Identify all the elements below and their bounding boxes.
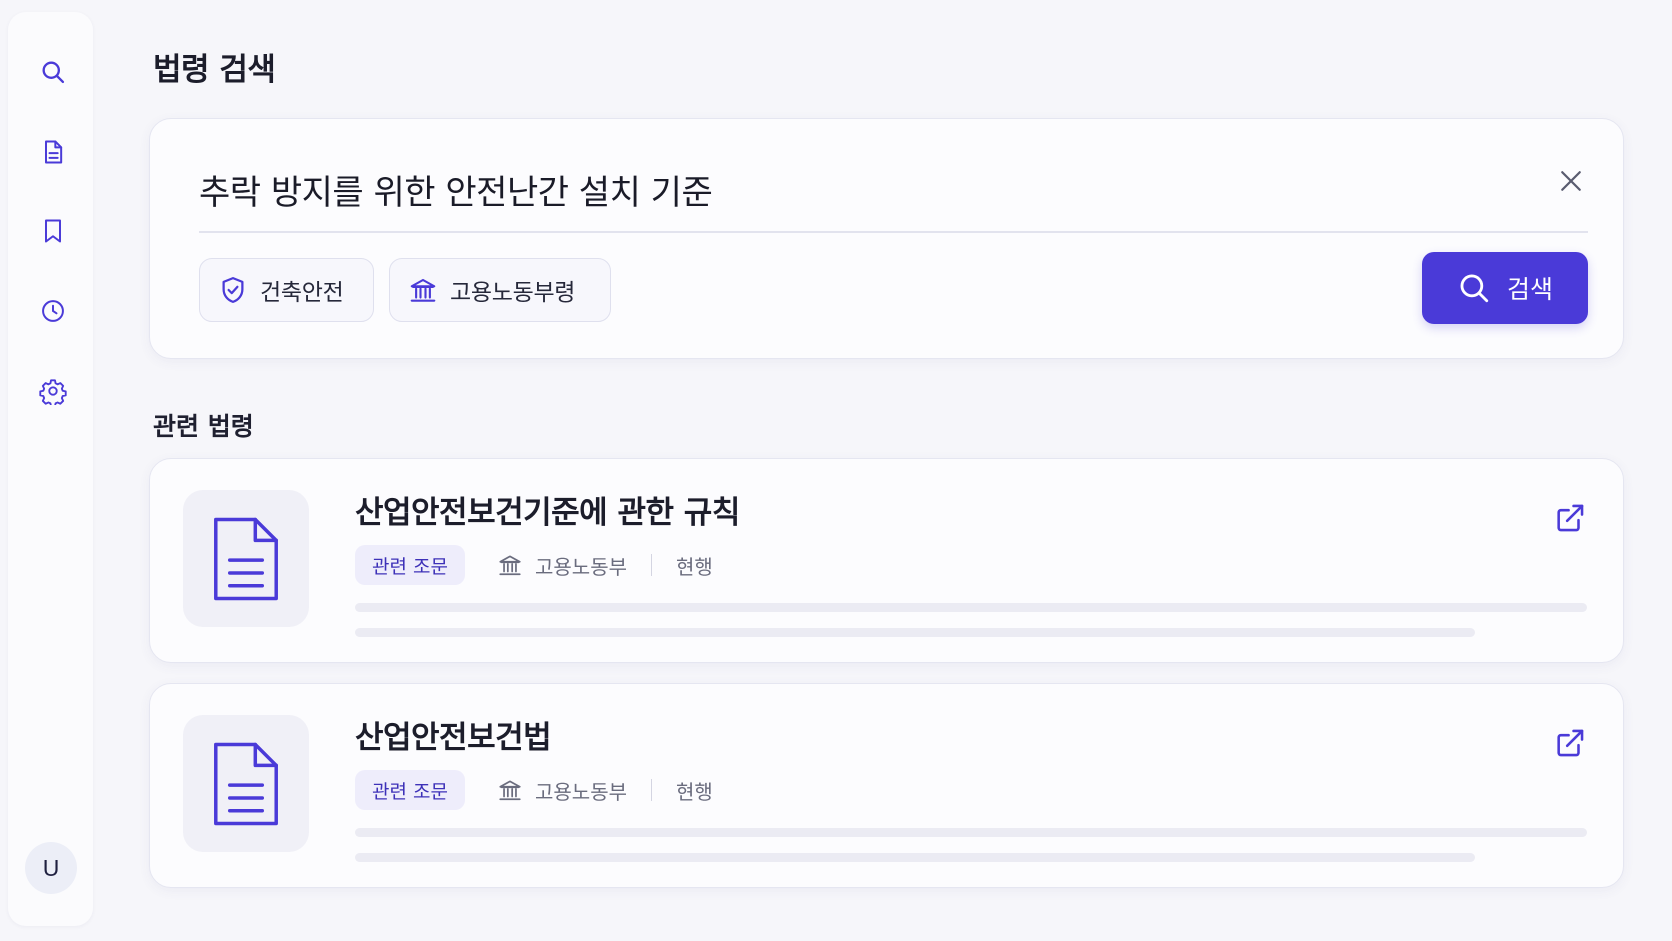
sidebar-item-settings[interactable] [38,376,68,406]
search-button[interactable]: 검색 [1422,252,1588,324]
content-placeholder-line [355,603,1587,612]
external-link-icon [1557,504,1584,532]
search-divider [199,231,1588,233]
open-external-button[interactable] [1553,501,1587,535]
meta-divider [651,554,652,576]
document-icon [45,140,63,164]
result-title[interactable]: 산업안전보건법 [355,712,552,757]
filter-chip-label: 고용노동부령 [450,280,576,306]
history-icon [42,300,64,322]
filter-chip-ministry-ordinance[interactable]: 고용노동부령 [389,258,611,322]
sidebar-item-bookmarks[interactable] [38,216,68,246]
search-input[interactable]: 추락 방지를 위한 안전난간 설치 기준 [199,165,713,214]
document-icon [214,742,278,825]
content-placeholder-line [355,628,1475,637]
sidebar-item-documents[interactable] [38,137,68,167]
close-icon [1561,171,1581,191]
content-placeholder-line [355,828,1587,837]
settings-icon [39,379,67,405]
search-icon [42,61,65,84]
filter-chip-construction-safety[interactable]: 건축안전 [199,258,374,322]
institution-icon [499,555,521,576]
document-thumbnail [183,715,309,852]
document-thumbnail [183,490,309,627]
shield-check-icon [222,277,244,303]
sidebar-item-search[interactable] [38,57,68,87]
search-panel: 추락 방지를 위한 안전난간 설치 기준 건축안전 고용노동부령 검색 [149,118,1624,359]
content-placeholder-line [355,853,1475,862]
search-button-label: 검색 [1506,275,1553,304]
sidebar-item-history[interactable] [38,296,68,326]
avatar-initial: U [42,854,60,881]
related-article-tag[interactable]: 관련 조문 [355,545,465,585]
institution-icon [410,278,436,302]
sidebar: U [8,12,93,926]
clear-search-button[interactable] [1555,165,1587,197]
meta-divider [651,779,652,801]
agency-label: 고용노동부 [535,554,627,579]
bookmark-icon [45,219,61,243]
result-title[interactable]: 산업안전보건기준에 관한 규칙 [355,487,740,532]
avatar[interactable]: U [25,842,77,894]
filter-chip-label: 건축안전 [260,280,344,306]
result-meta: 고용노동부 현행 [497,547,713,583]
agency-label: 고용노동부 [535,779,627,804]
result-card[interactable]: 산업안전보건법 관련 조문 고용노동부 현행 [149,683,1624,888]
external-link-icon [1557,729,1584,757]
section-title: 관련 법령 [153,412,254,441]
document-icon [214,517,278,600]
page-title: 법령 검색 [153,52,276,88]
status-label: 현행 [676,779,713,804]
status-label: 현행 [676,554,713,579]
related-article-tag[interactable]: 관련 조문 [355,770,465,810]
open-external-button[interactable] [1553,726,1587,760]
result-card[interactable]: 산업안전보건기준에 관한 규칙 관련 조문 고용노동부 현행 [149,458,1624,663]
search-icon [1460,274,1489,303]
result-meta: 고용노동부 현행 [497,772,713,808]
institution-icon [499,780,521,801]
